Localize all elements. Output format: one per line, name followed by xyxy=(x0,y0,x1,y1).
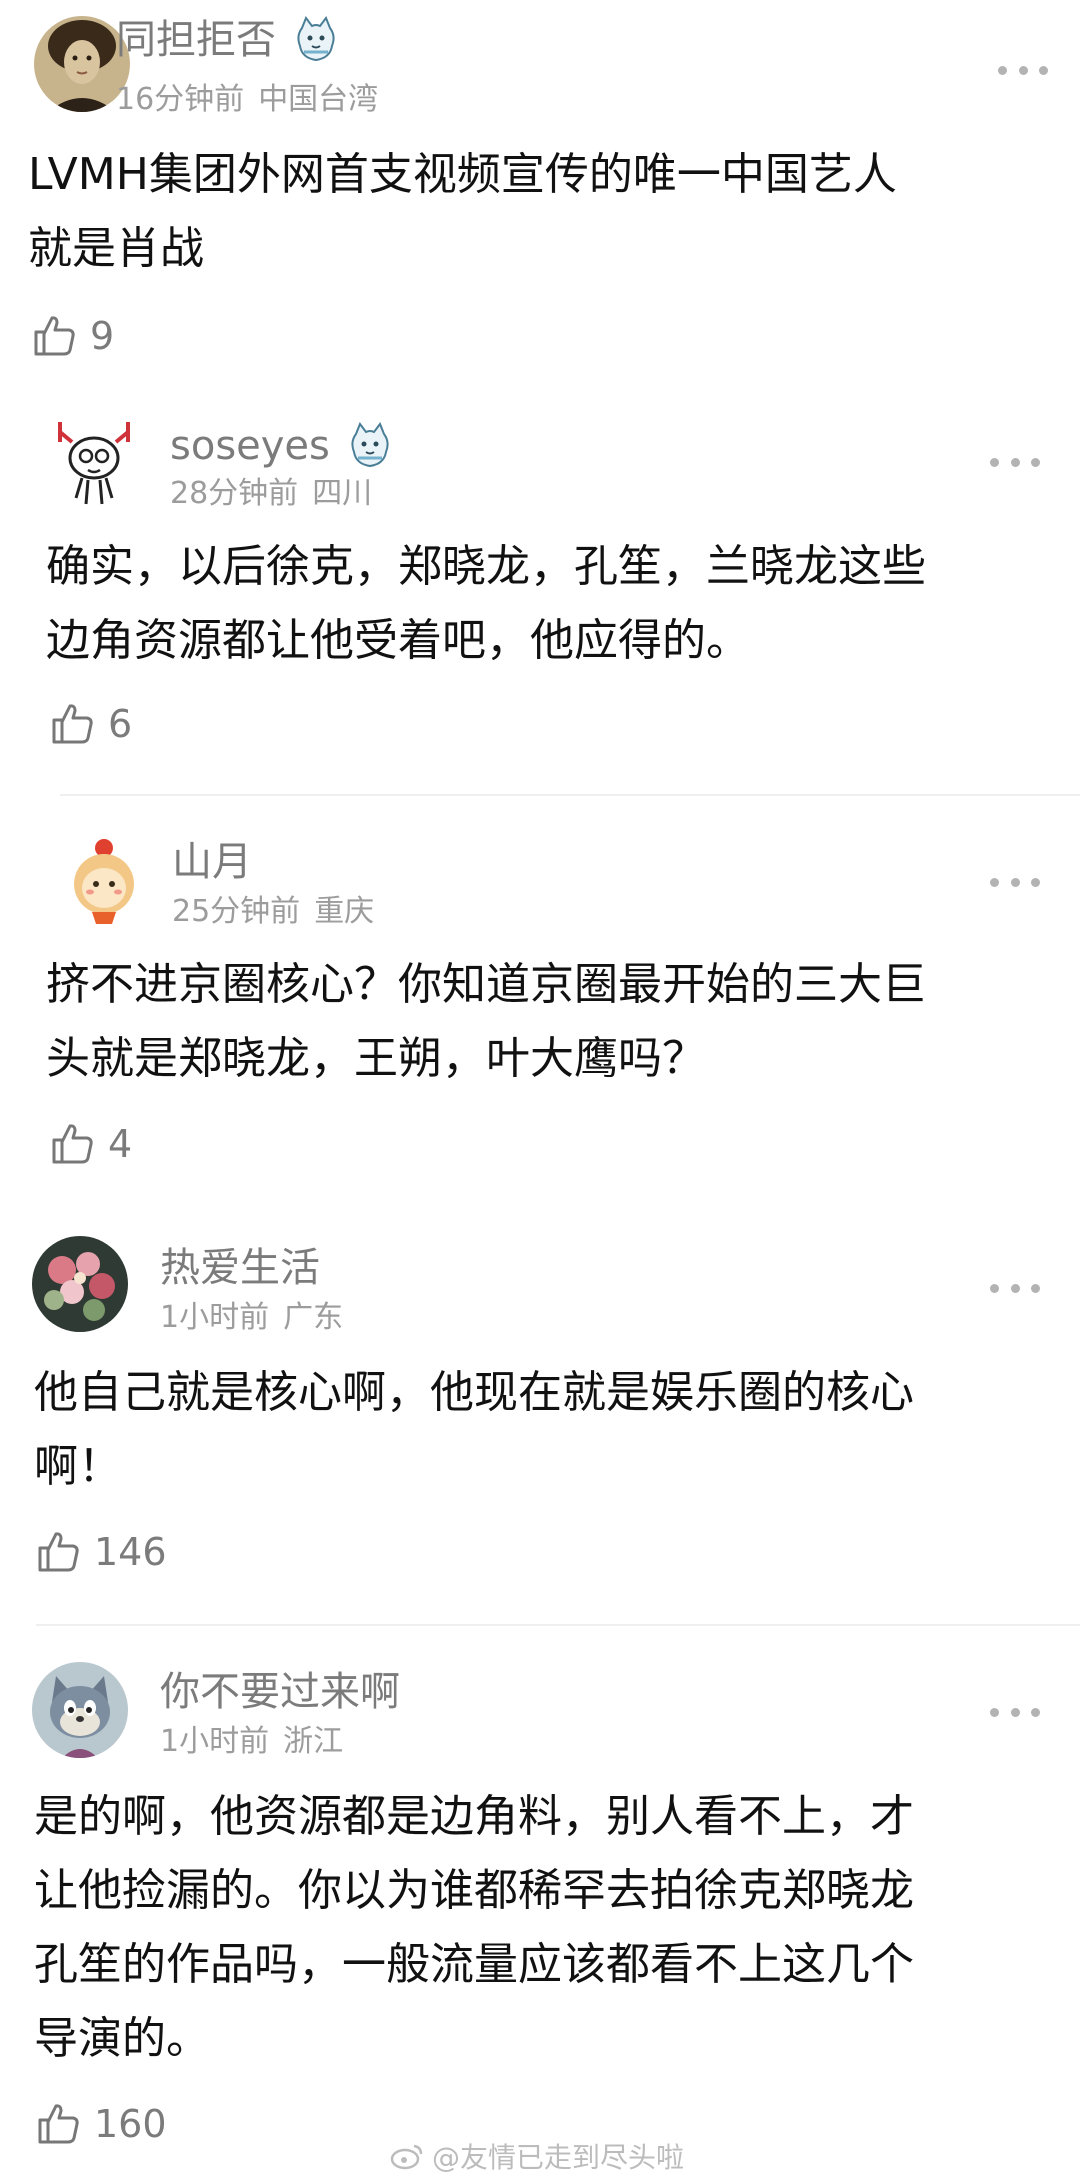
comment-meta: 25分钟前 重庆 xyxy=(172,894,374,930)
more-options-icon[interactable] xyxy=(990,452,1040,472)
like-button[interactable]: 146 xyxy=(34,1524,167,1580)
username[interactable]: soseyes xyxy=(170,421,392,470)
location: 广东 xyxy=(283,1300,344,1335)
divider xyxy=(36,1624,1080,1626)
comment-meta: 1小时前 浙江 xyxy=(160,1724,343,1760)
thumbs-up-icon xyxy=(34,316,75,356)
comment-meta: 1小时前 广东 xyxy=(160,1300,343,1336)
like-count: 9 xyxy=(90,314,115,358)
timestamp: 16分钟前 xyxy=(116,82,245,117)
like-button[interactable]: 160 xyxy=(34,2096,167,2152)
like-count: 160 xyxy=(94,2102,167,2146)
comment-meta: 16分钟前 中国台湾 xyxy=(116,82,378,118)
avatar[interactable] xyxy=(56,832,152,928)
divider xyxy=(60,794,1080,796)
cat-badge-icon xyxy=(348,421,392,470)
like-button[interactable]: 4 xyxy=(48,1116,132,1172)
location: 浙江 xyxy=(283,1724,344,1759)
comment-text: LVMH集团外网首支视频宣传的唯一中国艺人 就是肖战 xyxy=(28,149,897,274)
like-button[interactable]: 9 xyxy=(30,308,114,364)
username[interactable]: 同担拒否 xyxy=(116,15,338,64)
comment-text: 确实，以后徐克，郑晓龙，孔笙，兰晓龙这些 边角资源都让他受着吧，他应得的。 xyxy=(46,541,926,666)
timestamp: 1小时前 xyxy=(160,1300,270,1335)
comment-meta: 28分钟前 四川 xyxy=(170,476,372,512)
cat-badge-icon xyxy=(294,15,338,64)
avatar[interactable] xyxy=(32,1662,128,1758)
username[interactable]: 你不要过来啊 xyxy=(160,1668,400,1716)
username[interactable]: 热爱生活 xyxy=(160,1244,320,1292)
location: 重庆 xyxy=(314,894,375,929)
thumbs-up-icon xyxy=(38,2104,79,2144)
thumbs-up-icon xyxy=(38,1532,79,1572)
thumbs-up-icon xyxy=(52,704,93,744)
watermark: @友情已走到尽头啦 xyxy=(390,2136,684,2176)
comment-text: 他自己就是核心啊，他现在就是娱乐圈的核心 啊！ xyxy=(34,1367,914,1492)
location: 四川 xyxy=(312,476,373,511)
more-options-icon[interactable] xyxy=(990,1702,1040,1722)
like-button[interactable]: 6 xyxy=(48,696,132,752)
avatar[interactable] xyxy=(46,414,142,510)
like-count: 146 xyxy=(94,1530,167,1574)
timestamp: 28分钟前 xyxy=(170,476,299,511)
comment-text: 挤不进京圈核心？你知道京圈最开始的三大巨 头就是郑晓龙，王朔，叶大鹰吗？ xyxy=(46,959,926,1084)
more-options-icon[interactable] xyxy=(990,872,1040,892)
timestamp: 1小时前 xyxy=(160,1724,270,1759)
avatar[interactable] xyxy=(32,1236,128,1332)
location: 中国台湾 xyxy=(258,82,379,117)
weibo-logo-icon xyxy=(390,2144,423,2170)
timestamp: 25分钟前 xyxy=(172,894,301,929)
thumbs-up-icon xyxy=(52,1124,93,1164)
username[interactable]: 山月 xyxy=(172,838,252,886)
watermark-text: @友情已走到尽头啦 xyxy=(432,2141,685,2174)
more-options-icon[interactable] xyxy=(990,1278,1040,1298)
comment-text: 是的啊，他资源都是边角料，别人看不上，才 让他捡漏的。你以为谁都稀罕去拍徐克郑晓… xyxy=(34,1791,914,2064)
more-options-icon[interactable] xyxy=(998,60,1048,80)
like-count: 6 xyxy=(108,702,133,746)
like-count: 4 xyxy=(108,1122,133,1166)
